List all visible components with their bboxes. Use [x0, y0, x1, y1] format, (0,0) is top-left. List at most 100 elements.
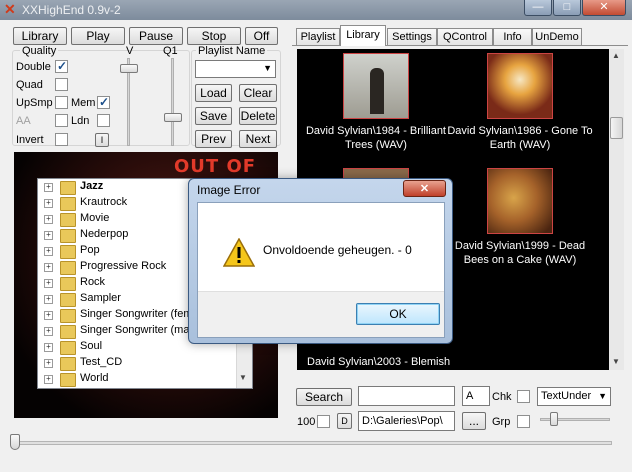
expand-icon[interactable]: +: [44, 199, 53, 208]
quad-checkbox[interactable]: [55, 78, 68, 91]
expand-icon[interactable]: +: [44, 375, 53, 384]
tree-item[interactable]: + Test_CD: [38, 355, 236, 371]
load-button[interactable]: Load: [195, 84, 232, 102]
scroll-down-icon[interactable]: ▼: [612, 357, 620, 366]
save-button[interactable]: Save: [195, 107, 232, 125]
double-checkbox[interactable]: [55, 59, 68, 73]
browse-button[interactable]: ...: [462, 412, 486, 430]
position-slider-thumb[interactable]: [10, 434, 20, 450]
search-input[interactable]: [358, 386, 455, 406]
quality-title: Quality: [20, 45, 59, 58]
v-slider-thumb[interactable]: [120, 64, 138, 73]
next-button[interactable]: Next: [239, 130, 277, 148]
ok-button[interactable]: OK: [356, 303, 440, 325]
minimize-button[interactable]: —: [524, 0, 552, 16]
path-input[interactable]: D:\Galeries\Pop\: [358, 411, 455, 431]
album-caption-4: David Sylvian\2003 - Blemish: [307, 356, 451, 368]
library-scroll-thumb[interactable]: [610, 117, 623, 139]
maximize-button[interactable]: □: [553, 0, 581, 16]
chevron-down-icon: ▼: [598, 391, 607, 401]
upsmp-checkbox[interactable]: [55, 96, 68, 109]
hundred-checkbox[interactable]: [317, 415, 330, 428]
expand-icon[interactable]: +: [44, 215, 53, 224]
search-button[interactable]: Search: [296, 388, 352, 406]
expand-icon[interactable]: +: [44, 295, 53, 304]
delete-button[interactable]: Delete: [239, 107, 277, 125]
folder-icon: [60, 261, 76, 275]
tab-qcontrol[interactable]: QControl: [437, 28, 493, 45]
dialog-close-button[interactable]: ✕: [403, 180, 446, 197]
tree-item-label: Progressive Rock: [80, 260, 167, 272]
aa-label: AA: [16, 115, 31, 127]
scroll-up-icon[interactable]: ▲: [612, 51, 620, 60]
expand-icon[interactable]: +: [44, 247, 53, 256]
expand-icon[interactable]: +: [44, 359, 53, 368]
album-cover-2[interactable]: [487, 53, 553, 119]
mem-checkbox[interactable]: [97, 95, 110, 109]
close-button[interactable]: ✕: [582, 0, 626, 16]
invert-checkbox[interactable]: [55, 133, 68, 146]
tree-item-label: Sampler: [80, 292, 121, 304]
expand-icon[interactable]: +: [44, 327, 53, 336]
prev-button[interactable]: Prev: [195, 130, 232, 148]
expand-icon[interactable]: +: [44, 343, 53, 352]
tree-item[interactable]: + World: [38, 371, 236, 387]
expand-icon[interactable]: +: [44, 183, 53, 192]
expand-icon[interactable]: +: [44, 231, 53, 240]
folder-icon: [60, 373, 76, 387]
tab-settings[interactable]: Settings: [387, 28, 437, 45]
q1-slider-thumb[interactable]: [164, 113, 182, 122]
clear-button[interactable]: Clear: [239, 84, 277, 102]
image-error-dialog: Image Error ✕ Onvoldoende geheugen. - 0 …: [188, 178, 453, 344]
tab-library[interactable]: Library: [340, 25, 386, 46]
stop-button[interactable]: Stop: [187, 27, 241, 45]
chk-label: Chk: [492, 391, 512, 403]
ldn-checkbox[interactable]: [97, 114, 110, 127]
expand-icon[interactable]: +: [44, 263, 53, 272]
a-input[interactable]: A: [462, 386, 490, 406]
size-slider-thumb[interactable]: [550, 412, 558, 426]
chevron-down-icon: ▼: [263, 63, 272, 73]
playlist-name-label: Playlist Name: [196, 45, 268, 58]
tree-item-label: Nederpop: [80, 228, 129, 240]
tab-playlist[interactable]: Playlist: [296, 28, 340, 45]
dialog-message: Onvoldoende geheugen. - 0: [263, 243, 412, 257]
mem-label: Mem: [71, 97, 96, 109]
q1-slider-track[interactable]: [171, 58, 174, 146]
scroll-down-icon[interactable]: ▼: [239, 373, 247, 382]
album-caption-1: David Sylvian\1984 - Brilliant Trees (WA…: [305, 125, 446, 151]
pause-button[interactable]: Pause: [129, 27, 183, 45]
playlist-name-select[interactable]: ▼: [195, 60, 276, 78]
folder-icon: [60, 309, 76, 323]
tree-item-label: Krautrock: [80, 196, 128, 208]
quad-label: Quad: [16, 79, 43, 91]
expand-icon[interactable]: +: [44, 279, 53, 288]
i-button[interactable]: I: [95, 133, 109, 147]
tree-item-label: Pop: [80, 244, 100, 256]
tree-item-label: Jazz: [80, 180, 104, 192]
library-scrollbar[interactable]: ▲ ▼: [609, 49, 624, 370]
library-button[interactable]: Library: [13, 27, 67, 45]
folder-icon: [60, 213, 76, 227]
v-label: V: [126, 45, 134, 57]
window-title: XXHighEnd 0.9v-2: [22, 3, 121, 17]
textunder-select[interactable]: TextUnder ▼: [537, 387, 611, 406]
grp-checkbox[interactable]: [517, 415, 530, 428]
play-button[interactable]: Play: [71, 27, 125, 45]
expand-icon[interactable]: +: [44, 311, 53, 320]
folder-icon: [60, 197, 76, 211]
tree-item-label: Soul: [80, 340, 103, 352]
off-button[interactable]: Off: [245, 27, 278, 45]
album-cover-1[interactable]: [343, 53, 409, 119]
tab-info[interactable]: Info: [493, 28, 532, 45]
d-button[interactable]: D: [337, 413, 352, 429]
tree-item-label: Test_CD: [80, 356, 123, 368]
chk-checkbox[interactable]: [517, 390, 530, 403]
aa-checkbox[interactable]: [55, 114, 68, 127]
tab-undemo[interactable]: UnDemo: [532, 28, 582, 45]
folder-icon: [60, 245, 76, 259]
album-cover-4[interactable]: [487, 168, 553, 234]
position-slider-track[interactable]: [12, 441, 612, 445]
folder-icon: [60, 341, 76, 355]
dialog-title: Image Error: [197, 183, 261, 197]
